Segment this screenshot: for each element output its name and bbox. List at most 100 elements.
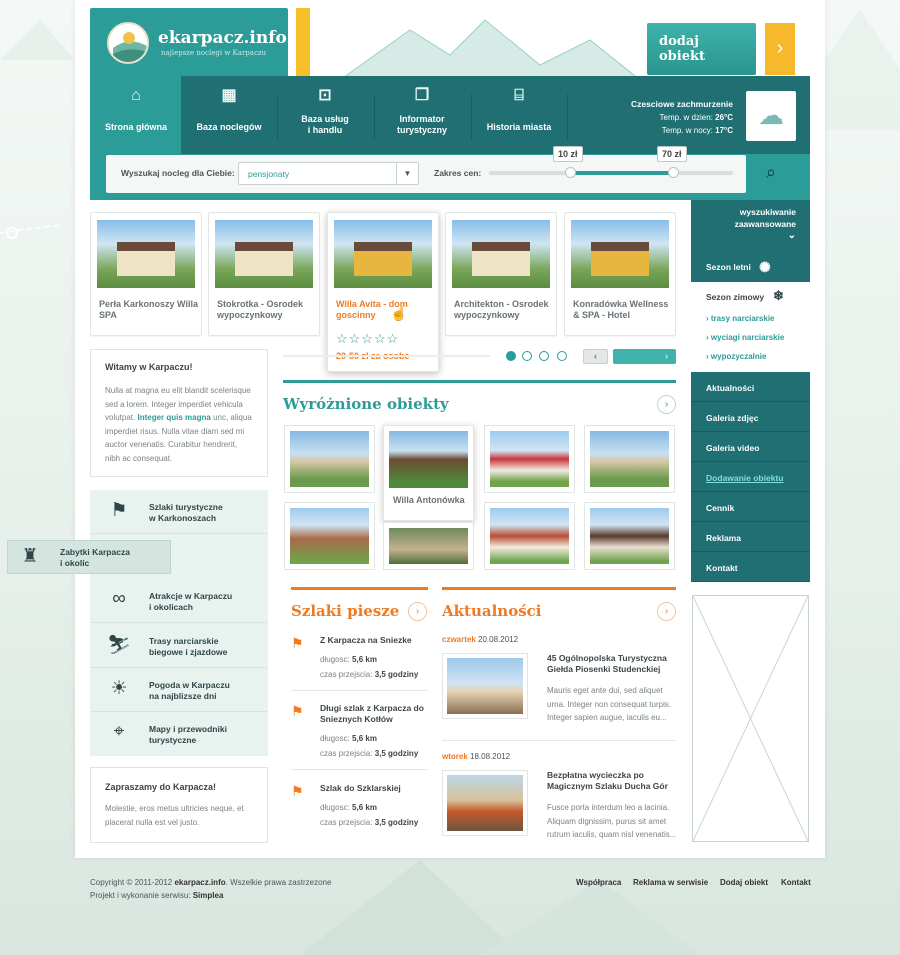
featured-more-arrow-icon[interactable]: › — [657, 395, 676, 414]
left-menu-item-ski[interactable]: ⛷ Trasy narciarskie biegowe i zjazdowe — [90, 624, 268, 668]
welcome-link[interactable]: Integer quis magna — [137, 413, 210, 422]
trail-time: 3,5 godziny — [374, 749, 419, 758]
news-photo[interactable] — [442, 770, 528, 836]
nav-history[interactable]: ⌸ Historia miasta — [471, 87, 567, 133]
left-menu-item-maps[interactable]: ⌖ Mapy i przewodniki turystyczne — [90, 712, 268, 756]
footer-link[interactable]: Reklama w serwisie — [633, 878, 708, 887]
featured-thumb[interactable] — [284, 502, 375, 570]
trail-title[interactable]: Szlak do Szklarskiej — [320, 783, 430, 794]
news-photo[interactable] — [442, 653, 528, 719]
property-type-select[interactable]: pensjonaty — [238, 162, 419, 185]
featured-thumb[interactable] — [484, 502, 575, 570]
footer-link[interactable]: Kontakt — [781, 878, 811, 887]
slider-dot-active[interactable] — [506, 351, 516, 361]
search-button[interactable]: ⌕ — [746, 154, 796, 192]
slider-dot[interactable] — [557, 351, 567, 361]
winter-link[interactable]: wypozyczalnie — [706, 352, 767, 361]
slider-next-button[interactable]: › — [613, 349, 676, 364]
listing-title[interactable]: Konradówka Wellness & SPA - Hotel — [573, 299, 673, 321]
listing-card-active[interactable]: Willa Avita - dom goscinny☆☆☆☆☆20-50 zł … — [327, 212, 439, 372]
featured-thumb-active[interactable]: Willa Antonówka — [383, 425, 474, 521]
winter-link[interactable]: trasy narciarskie — [706, 314, 775, 323]
footer-site[interactable]: ekarpacz.info — [174, 878, 225, 887]
right-nav-photos[interactable]: Galeria zdjęc — [691, 402, 810, 432]
rating-stars[interactable]: ☆☆☆☆☆ — [336, 331, 399, 347]
news-more-arrow-icon[interactable]: › — [657, 602, 676, 621]
listing-photo — [452, 220, 550, 288]
news-item-title[interactable]: Bezpłatna wycieczka po Magicznym Szlaku … — [547, 770, 679, 792]
right-nav-pricing[interactable]: Cennik — [691, 492, 810, 522]
invite-box: Zapraszamy do Karpacza! Molestie, eros m… — [90, 767, 268, 843]
slider-dot[interactable] — [522, 351, 532, 361]
listing-title[interactable]: Willa Avita - dom goscinny — [336, 299, 436, 321]
logo-icon[interactable] — [107, 22, 149, 64]
featured-thumb[interactable] — [284, 425, 375, 493]
skier-icon: ⛷ — [106, 635, 132, 656]
left-menu-item-weather[interactable]: ☀ Pogoda w Karpaczu na najblizsze dni — [90, 668, 268, 712]
price-slider-max-handle[interactable] — [668, 167, 679, 178]
ad-placeholder[interactable] — [692, 595, 809, 842]
home-icon: ⌂ — [131, 87, 141, 104]
footer-credit-name[interactable]: Simplea — [193, 891, 224, 900]
right-nav-news[interactable]: Aktualności — [691, 372, 810, 402]
nav-home[interactable]: ⌂ Strona główna — [88, 87, 184, 133]
listing-card[interactable]: Konradówka Wellness & SPA - Hotel — [564, 212, 676, 336]
left-menu-item-attractions[interactable]: ∞ Atrakcje w Karpaczu i okolicach — [90, 579, 268, 623]
divider — [442, 740, 676, 741]
footer-link[interactable]: Współpraca — [576, 878, 621, 887]
listing-card[interactable]: Stokrotka - Osrodek wypoczynkowy — [208, 212, 320, 336]
site-title[interactable]: ekarpacz.info — [158, 28, 287, 48]
add-label-line2: obiekt — [659, 49, 705, 64]
advanced-search-link[interactable]: wyszukiwanie zaawansowane ⌄ — [691, 200, 810, 253]
left-menu-item-trails[interactable]: ⚑ Szlaki turystyczne w Karkonoszach — [90, 490, 268, 534]
trail-item[interactable]: ⚑ Szlak do Szklarskiej długosc: 5,6 km cz… — [291, 783, 428, 833]
trail-item[interactable]: ⚑ Długi szlak z Karpacza do Snieznych Ko… — [291, 703, 428, 763]
thermometer-snow-icon: ❄ — [773, 288, 784, 303]
weather-cloud-rain-icon: ☁ — [746, 91, 796, 141]
invite-text: Molestie, eros metus ultricies neque, et… — [105, 804, 244, 827]
trail-length: 5,6 km — [352, 655, 377, 664]
listing-title[interactable]: Architekton - Osrodek wypoczynkowy — [454, 299, 554, 321]
trail-title[interactable]: Z Karpacza na Sniezke — [320, 635, 430, 646]
season-winter[interactable]: Sezon zimowy ❄ — [691, 283, 810, 311]
slider-prev-button[interactable]: ‹ — [583, 349, 608, 364]
right-nav-add-property[interactable]: Dodawanie obiektu — [691, 462, 810, 492]
right-nav-contact[interactable]: Kontakt — [691, 552, 810, 582]
season-summer[interactable]: Sezon letni ✺ — [691, 253, 810, 282]
news-date-value: 20.08.2012 — [478, 635, 519, 644]
news-item-title[interactable]: 45 Ogólnopolska Turystyczna Giełda Piose… — [547, 653, 679, 675]
listing-title[interactable]: Stokrotka - Osrodek wypoczynkowy — [217, 299, 317, 321]
trail-item[interactable]: ⚑ Z Karpacza na Sniezke długosc: 5,6 km c… — [291, 635, 428, 685]
map-pin-icon — [6, 227, 18, 239]
listing-title[interactable]: Perła Karkonoszy Willa SPA — [99, 299, 199, 321]
right-nav-ads[interactable]: Reklama — [691, 522, 810, 552]
trail-length-label: długosc: — [320, 734, 350, 743]
listing-card[interactable]: Architekton - Osrodek wypoczynkowy — [445, 212, 557, 336]
price-slider-min-handle[interactable] — [565, 167, 576, 178]
footer-link[interactable]: Dodaj obiekt — [720, 878, 768, 887]
nav-tourist-info[interactable]: ❐ Informator turystyczny — [374, 88, 470, 136]
slider-progress-line — [283, 355, 490, 357]
trail-title[interactable]: Długi szlak z Karpacza do Snieznych Kotł… — [320, 703, 430, 725]
weather-day-value: 26°C — [715, 113, 733, 122]
featured-thumb[interactable] — [584, 502, 675, 570]
nav-accommodation[interactable]: ▦ Baza noclegów — [181, 87, 277, 133]
hotel-icon: ▦ — [221, 87, 237, 104]
season-summer-label: Sezon letni — [706, 262, 751, 272]
nav-services[interactable]: ⊡ Baza usług i handlu — [277, 88, 373, 136]
listing-card[interactable]: Perła Karkonoszy Willa SPA — [90, 212, 202, 336]
chevron-down-icon[interactable]: ▼ — [396, 163, 418, 184]
featured-thumb[interactable] — [383, 522, 474, 570]
slider-dot[interactable] — [539, 351, 549, 361]
left-menu-item-monuments[interactable]: ♜ Zabytki Karpacza i okolic — [7, 540, 171, 574]
add-property-button[interactable]: dodaj obiekt — [647, 23, 756, 75]
right-nav-video[interactable]: Galeria video — [691, 432, 810, 462]
museum-icon: ⌸ — [514, 87, 524, 104]
advanced-line1: wyszukiwanie — [739, 207, 796, 217]
add-property-arrow-icon[interactable]: › — [765, 23, 795, 75]
trails-more-arrow-icon[interactable]: › — [408, 602, 427, 621]
featured-thumb[interactable] — [584, 425, 675, 493]
featured-thumb[interactable] — [484, 425, 575, 493]
trail-length: 5,6 km — [352, 734, 377, 743]
winter-link[interactable]: wyciagi narciarskie — [706, 333, 784, 342]
